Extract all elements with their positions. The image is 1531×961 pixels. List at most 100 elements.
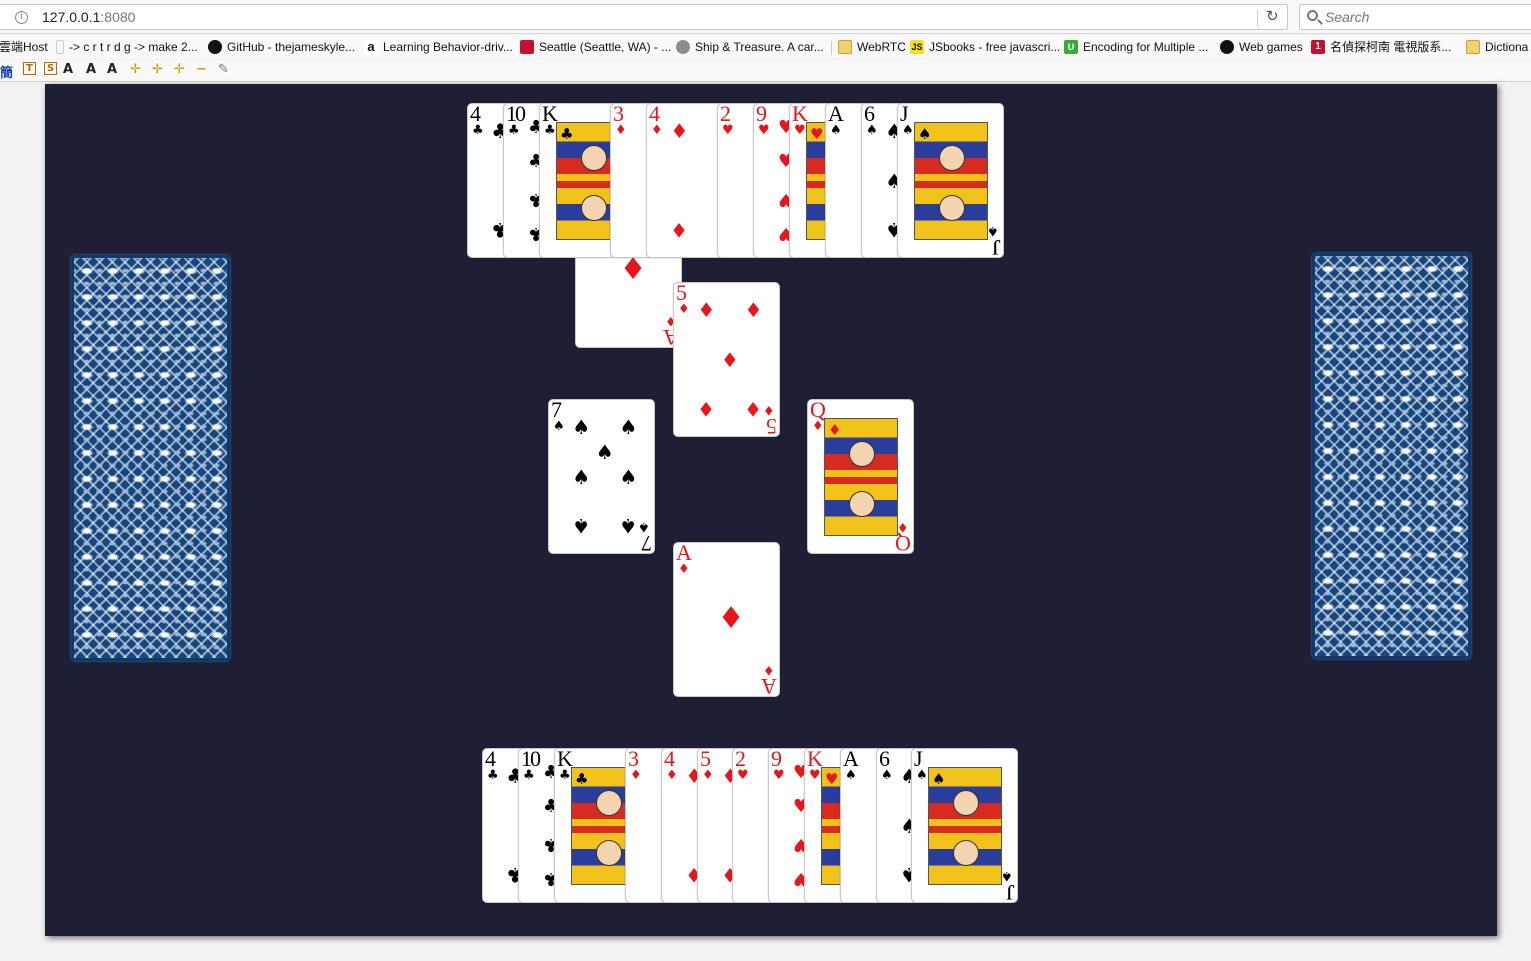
add-t-icon[interactable]: ✛ bbox=[152, 62, 163, 77]
spades-icon: ♠ bbox=[553, 419, 565, 434]
card-rank: 5 bbox=[700, 748, 711, 771]
spades-icon: ♠ bbox=[987, 223, 999, 238]
settings-tool-icon[interactable]: ✎ bbox=[218, 62, 229, 77]
game-table: 4♣4♣♣♣♣♣10♣10♣♣♣♣♣♣♣♣♣♣♣K♣K♣♣3♦3♦♦♦♦4♦4♦… bbox=[45, 84, 1497, 936]
address-text[interactable]: 127.0.0.1:8080 bbox=[42, 9, 135, 25]
bookmark-label: JSbooks - free javascri... bbox=[929, 40, 1061, 54]
font-larger-icon[interactable]: A bbox=[63, 62, 73, 77]
card-rank: 10 bbox=[521, 748, 541, 771]
hearts-icon: ♥ bbox=[758, 123, 770, 138]
diamonds-pip-icon: ♦ bbox=[744, 397, 763, 422]
hearts-icon: ♥ bbox=[810, 125, 824, 143]
clubs-icon: ♣ bbox=[508, 123, 520, 138]
bookmark-label: Learning Behavior-driv... bbox=[383, 40, 513, 54]
add-icon[interactable]: ✛ bbox=[130, 62, 141, 77]
folder-icon bbox=[1466, 40, 1480, 54]
card-rank-bottom: Q bbox=[897, 531, 911, 554]
court-figure: ♠ bbox=[914, 122, 988, 240]
diamonds-icon: ♦ bbox=[630, 768, 642, 783]
card-rank-bottom: J bbox=[994, 235, 1001, 258]
card-rank: 9 bbox=[756, 103, 767, 126]
hearts-icon: ♥ bbox=[773, 768, 785, 783]
diamonds-pip-icon: ♦ bbox=[619, 252, 647, 287]
hearts-icon: ♥ bbox=[722, 123, 734, 138]
hearts-icon: ♥ bbox=[809, 768, 821, 783]
bookmark-label: Web games bbox=[1239, 40, 1303, 54]
bookmark-item[interactable]: JS JSbooks - free javascri... bbox=[910, 39, 1060, 55]
card-rank: K bbox=[807, 748, 823, 771]
card-rank: J bbox=[900, 103, 908, 126]
browser-url-bar: i 127.0.0.1:8080 ↻ bbox=[0, 0, 1531, 34]
extension-toolbar: 簡 T S A A A ✛ ✛ ✛ − ✎ bbox=[0, 60, 1531, 82]
hearts-icon: ♥ bbox=[737, 768, 749, 783]
card-rank-bottom: 7 bbox=[643, 531, 652, 554]
search-input[interactable] bbox=[1325, 9, 1525, 25]
address-separator bbox=[1257, 9, 1258, 27]
spades-icon: ♠ bbox=[918, 125, 932, 143]
diamonds-pip-icon: ♦ bbox=[670, 218, 689, 243]
bookmark-item[interactable]: 1 名偵探柯南 電視版系... bbox=[1311, 39, 1451, 55]
card-rank: A bbox=[676, 542, 692, 565]
bookmark-item[interactable]: GitHub - thejameskyle... bbox=[208, 39, 355, 55]
bookmark-folder[interactable]: Dictiona bbox=[1466, 39, 1528, 55]
font-smaller-icon[interactable]: A bbox=[86, 62, 96, 77]
diamonds-pip-icon: ♦ bbox=[697, 397, 716, 422]
played-card-east[interactable]: Q ♦ Q ♦ ♦ bbox=[807, 399, 914, 554]
card-rank: 5 bbox=[676, 282, 687, 305]
reload-icon[interactable]: ↻ bbox=[1266, 7, 1279, 25]
bookmark-label: GitHub - thejameskyle... bbox=[227, 40, 356, 54]
card-rank: J bbox=[914, 748, 922, 771]
spades-pip-icon: ♠ bbox=[619, 464, 638, 489]
simplified-chinese-icon[interactable]: 簡 bbox=[0, 62, 13, 81]
east-card-back-stack bbox=[1312, 253, 1471, 659]
bookmark-label: Dictiona bbox=[1485, 40, 1529, 54]
font-reset-icon[interactable]: A bbox=[107, 62, 117, 77]
played-card-west[interactable]: 7 ♠ 7 ♠ ♠ ♠ ♠ ♠ ♠ ♠ ♠ bbox=[548, 399, 655, 554]
add-s-icon[interactable]: ✛ bbox=[174, 62, 185, 77]
clubs-icon: ♣ bbox=[559, 768, 571, 783]
simplified-icon[interactable]: S bbox=[44, 62, 58, 75]
card-rank: Q bbox=[810, 399, 826, 422]
bookmark-label: 雲端Host bbox=[0, 40, 48, 54]
card-rank: A bbox=[843, 748, 859, 771]
remove-icon[interactable]: − bbox=[196, 62, 207, 77]
bookmark-item[interactable]: a Learning Behavior-driv... bbox=[364, 39, 513, 55]
bookmark-item[interactable]: U Encoding for Multiple ... bbox=[1064, 39, 1208, 55]
spades-pip-icon: ♠ bbox=[572, 414, 591, 439]
search-box[interactable] bbox=[1299, 4, 1531, 30]
spades-icon: ♠ bbox=[830, 123, 842, 138]
bookmark-item[interactable]: Web games bbox=[1220, 39, 1303, 55]
bookmark-item[interactable]: -> c r t r d g -> make 2... bbox=[56, 39, 198, 55]
card-rank: 7 bbox=[551, 399, 562, 422]
bookmark-item[interactable]: 雲端Host bbox=[0, 39, 48, 55]
diamonds-pip-icon: ♦ bbox=[720, 347, 739, 372]
js-icon: JS bbox=[910, 40, 924, 54]
bookmarks-bar: 雲端Host -> c r t r d g -> make 2... GitHu… bbox=[0, 35, 1531, 59]
spades-pip-icon: ♠ bbox=[572, 464, 591, 489]
diamonds-icon: ♦ bbox=[615, 123, 627, 138]
card-rank: A bbox=[828, 103, 844, 126]
card-rank: 4 bbox=[664, 748, 675, 771]
search-icon bbox=[1307, 10, 1318, 21]
north-hand-card[interactable]: J ♠ J ♠ ♠ bbox=[897, 103, 1004, 258]
address-field[interactable]: i 127.0.0.1:8080 ↻ bbox=[0, 4, 1288, 30]
bookmark-item[interactable]: Seattle (Seattle, WA) - ... bbox=[520, 39, 671, 55]
bookmark-item[interactable]: Ship & Treasure. A car... bbox=[676, 39, 824, 55]
clubs-icon: ♣ bbox=[472, 123, 484, 138]
played-card-south[interactable]: A ♦ A ♦ ♦ bbox=[673, 542, 780, 697]
bookmark-folder[interactable]: WebRTC bbox=[838, 39, 906, 55]
played-card-center-five[interactable]: 5 ♦ 5 ♦ ♦ ♦ ♦ ♦ ♦ bbox=[673, 282, 780, 437]
card-rank: 4 bbox=[649, 103, 660, 126]
traditional-icon[interactable]: T bbox=[23, 62, 36, 75]
card-rank: 6 bbox=[864, 103, 875, 126]
bookmark-label: 名偵探柯南 電視版系... bbox=[1330, 40, 1452, 54]
card-rank-bottom: A bbox=[763, 674, 777, 697]
card-rank: 4 bbox=[470, 103, 481, 126]
diamonds-icon: ♦ bbox=[678, 562, 690, 577]
card-rank: K bbox=[792, 103, 808, 126]
site-info-icon[interactable]: i bbox=[15, 11, 28, 24]
card-rank: 9 bbox=[771, 748, 782, 771]
south-hand-card[interactable]: J ♠ J ♠ ♠ bbox=[911, 748, 1018, 903]
diamonds-icon: ♦ bbox=[828, 421, 842, 439]
folder-icon bbox=[838, 40, 852, 54]
